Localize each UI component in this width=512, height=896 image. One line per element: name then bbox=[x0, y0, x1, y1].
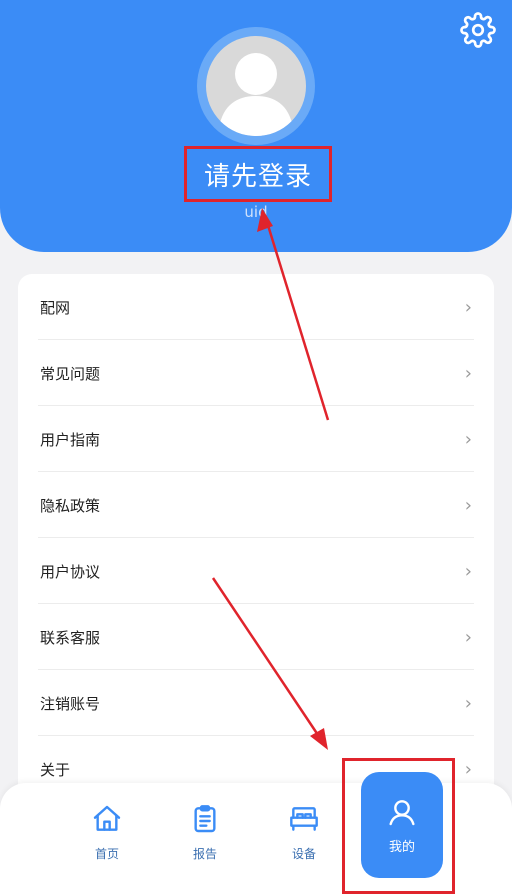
user-icon bbox=[389, 799, 415, 825]
tab-label: 我的 bbox=[388, 839, 415, 855]
login-prompt[interactable]: 请先登录 bbox=[184, 146, 332, 202]
menu-item-label: 联系客服 bbox=[40, 628, 101, 647]
clipboard-icon bbox=[194, 805, 216, 833]
avatar[interactable] bbox=[206, 36, 306, 136]
menu-item-label: 配网 bbox=[40, 298, 71, 317]
menu-item-privacy-policy[interactable]: 隐私政策 › bbox=[18, 472, 494, 538]
menu-item-user-agreement[interactable]: 用户协议 › bbox=[18, 538, 494, 604]
tab-label: 报告 bbox=[192, 847, 217, 861]
profile-header: 请先登录 uid bbox=[0, 0, 512, 252]
menu-item-network-config[interactable]: 配网 › bbox=[18, 274, 494, 340]
chevron-right-icon: › bbox=[464, 494, 472, 516]
chevron-right-icon: › bbox=[464, 362, 472, 384]
menu-item-user-guide[interactable]: 用户指南 › bbox=[18, 406, 494, 472]
menu-item-faq[interactable]: 常见问题 › bbox=[18, 340, 494, 406]
settings-gear-icon[interactable] bbox=[460, 12, 496, 48]
tab-mine[interactable]: 我的 bbox=[361, 772, 443, 878]
tab-device[interactable]: 设备 bbox=[274, 803, 334, 873]
menu-item-label: 用户指南 bbox=[40, 430, 101, 449]
menu-item-contact-support[interactable]: 联系客服 › bbox=[18, 604, 494, 670]
chevron-right-icon: › bbox=[464, 428, 472, 450]
uid-label: uid bbox=[244, 203, 268, 221]
home-icon bbox=[93, 805, 121, 831]
tab-label: 设备 bbox=[291, 847, 316, 861]
tab-label: 首页 bbox=[94, 847, 119, 861]
menu-item-label: 用户协议 bbox=[40, 562, 101, 581]
menu-item-label: 隐私政策 bbox=[40, 496, 101, 515]
menu-item-label: 注销账号 bbox=[40, 694, 101, 713]
chevron-right-icon: › bbox=[464, 758, 472, 780]
default-user-avatar-icon bbox=[218, 53, 294, 136]
chevron-right-icon: › bbox=[464, 692, 472, 714]
menu-item-label: 关于 bbox=[40, 760, 71, 779]
chevron-right-icon: › bbox=[464, 296, 472, 318]
tab-report[interactable]: 报告 bbox=[175, 803, 235, 873]
menu-item-delete-account[interactable]: 注销账号 › bbox=[18, 670, 494, 736]
menu-item-label: 常见问题 bbox=[40, 364, 101, 383]
chevron-right-icon: › bbox=[464, 626, 472, 648]
bed-icon bbox=[290, 807, 318, 831]
tab-home[interactable]: 首页 bbox=[77, 803, 137, 873]
chevron-right-icon: › bbox=[464, 560, 472, 582]
